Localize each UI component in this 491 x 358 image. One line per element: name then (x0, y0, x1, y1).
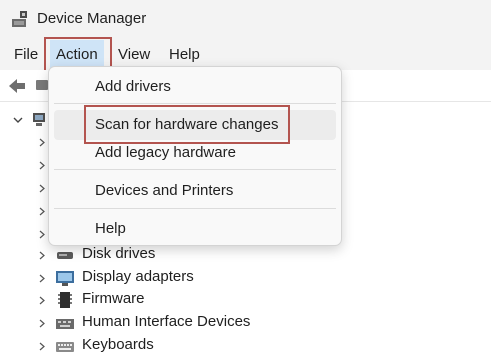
title-bar: Device Manager (0, 0, 491, 40)
window-title: Device Manager (37, 10, 147, 27)
toolbar-properties-icon[interactable] (36, 80, 48, 90)
tree-item-label: Keyboards (82, 336, 154, 353)
chevron-right-icon[interactable] (37, 161, 46, 170)
menu-item-add-drivers[interactable]: Add drivers (54, 72, 336, 102)
chevron-down-icon[interactable] (12, 114, 24, 126)
chevron-right-icon[interactable] (37, 184, 46, 193)
chevron-right-icon[interactable] (37, 138, 46, 147)
tree-item-label: Disk drives (82, 245, 156, 262)
menu-file[interactable]: File (8, 40, 44, 70)
tree-item-label: Display adapters (82, 268, 194, 285)
chevron-right-icon[interactable] (37, 274, 46, 283)
chevron-right-icon[interactable] (37, 296, 46, 305)
disk-drive-icon (57, 252, 73, 259)
tree-item-label: Human Interface Devices (82, 313, 251, 330)
menu-separator (54, 103, 336, 104)
menu-item-help[interactable]: Help (54, 214, 336, 244)
tree-item-disk-drives[interactable]: Disk drives (0, 244, 300, 266)
tree-item-label: Firmware (82, 290, 145, 307)
menu-item-scan-for-hardware-changes[interactable]: Scan for hardware changes (54, 110, 336, 140)
menu-item-devices-and-printers[interactable]: Devices and Printers (54, 176, 336, 206)
tree-item-human-interface-devices[interactable]: Human Interface Devices (0, 312, 300, 334)
chevron-right-icon[interactable] (37, 319, 46, 328)
tree-item-display-adapters[interactable]: Display adapters (0, 267, 300, 289)
keyboard-icon (56, 342, 74, 352)
action-dropdown-menu: Add drivers Scan for hardware changes Ad… (48, 66, 342, 246)
menu-separator (54, 208, 336, 209)
tree-item-firmware[interactable]: Firmware (0, 289, 300, 311)
back-arrow-icon[interactable] (8, 78, 26, 94)
chevron-right-icon[interactable] (37, 251, 46, 260)
chevron-right-icon[interactable] (37, 207, 46, 216)
menu-item-add-legacy-hardware[interactable]: Add legacy hardware (54, 138, 336, 168)
display-adapter-icon (56, 271, 74, 286)
firmware-icon (58, 292, 72, 308)
menu-separator (54, 169, 336, 170)
tree-item-keyboards[interactable]: Keyboards (0, 335, 300, 357)
chevron-right-icon[interactable] (37, 230, 46, 239)
hid-icon (56, 319, 74, 329)
device-manager-icon (12, 11, 27, 27)
chevron-right-icon[interactable] (37, 342, 46, 351)
